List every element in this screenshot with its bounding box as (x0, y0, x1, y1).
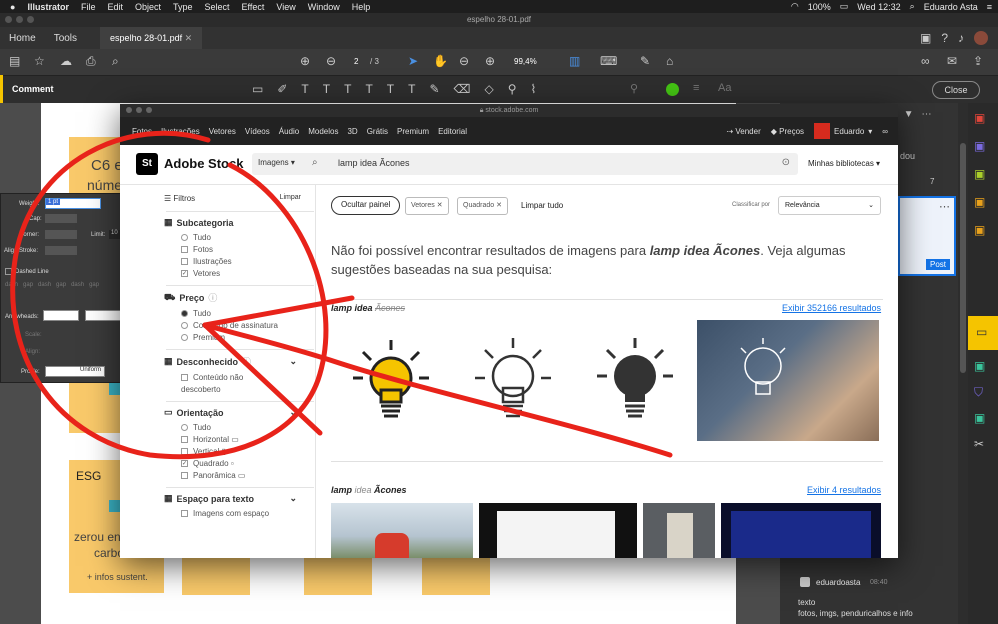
red-arrow-head-top (202, 295, 355, 328)
red-circle-stroke (10, 130, 329, 460)
red-annotation-overlay (10, 130, 673, 460)
